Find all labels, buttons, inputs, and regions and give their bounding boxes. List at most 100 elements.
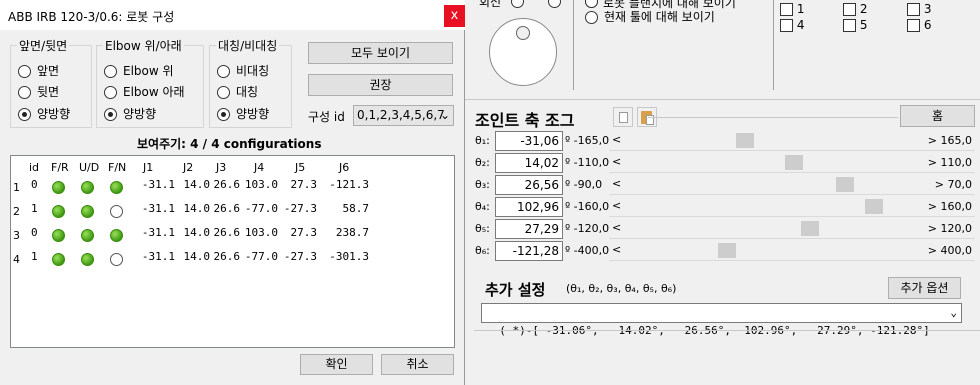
joint-j6-cell: -301.3	[329, 250, 369, 263]
close-button[interactable]: x	[444, 5, 465, 27]
asymmetric-option[interactable]: 비대칭	[217, 62, 269, 79]
joint-j3-cell: 26.6	[213, 178, 241, 191]
axis-checkbox-3[interactable]: 3	[907, 2, 931, 16]
joint-j5-cell: -27.3	[283, 250, 317, 263]
joint-min-label: º -120,0	[565, 222, 610, 235]
axis-checkbox-2[interactable]: 2	[843, 2, 867, 16]
joint-value-input[interactable]: 14,02	[495, 153, 563, 173]
back-option[interactable]: 뒷면	[18, 83, 59, 100]
row-number: 3	[13, 229, 20, 242]
joint-slider-thumb[interactable]	[736, 133, 754, 148]
column-header-j1[interactable]: J1	[143, 161, 153, 174]
green-status-icon-fr	[52, 229, 65, 242]
show-option-radio-partial[interactable]	[585, 0, 598, 8]
decrement-arrow-icon[interactable]: <	[612, 199, 621, 212]
symmetric-option[interactable]: 대칭	[217, 83, 258, 100]
config-id-cell: 1	[31, 250, 38, 263]
joint-label: θ₂:	[475, 156, 490, 169]
column-header-fr[interactable]: F/R	[51, 161, 69, 174]
joint-value-input[interactable]: 102,96	[495, 197, 563, 217]
show-all-button[interactable]: 모두 보이기	[308, 42, 453, 64]
axis-checkbox-1[interactable]: 1	[780, 2, 804, 16]
joint-max-label: > 120,0	[927, 222, 972, 235]
joint-slider-thumb[interactable]	[801, 221, 819, 236]
configurations-table[interactable]: id F/R U/D F/N J1 J2 J3 J4 J5 J6 1 0 -31.1 14.0 26.6 10…	[10, 155, 455, 348]
green-status-icon-ud	[81, 253, 94, 266]
joint-max-label: > 400,0	[927, 244, 972, 257]
joint-slider-thumb[interactable]	[865, 199, 883, 214]
show-tool-option[interactable]: 현재 툴에 대해 보이기	[585, 8, 715, 25]
joint-slider[interactable]	[609, 132, 939, 150]
recommend-button[interactable]: 권장	[308, 74, 453, 96]
joint-j2-cell: 14.0	[183, 202, 211, 215]
column-header-j5[interactable]: J5	[295, 161, 305, 174]
elbow-both-option[interactable]: 양방향	[104, 105, 156, 122]
joint-max-label: > 70,0	[934, 178, 972, 191]
joint-slider-thumb[interactable]	[718, 243, 736, 258]
joint-j2-cell: 14.0	[183, 178, 211, 191]
decrement-arrow-icon[interactable]: <	[612, 221, 621, 234]
show-tool-radio[interactable]	[585, 11, 598, 24]
joint-slider[interactable]	[609, 242, 939, 260]
column-header-fn[interactable]: F/N	[108, 161, 126, 174]
green-status-icon-fr	[52, 181, 65, 194]
ok-button[interactable]: 확인	[300, 354, 373, 375]
joint-value-input[interactable]: -31,06	[495, 131, 563, 151]
dialog-title: ABB IRB 120-3/0.6: 로봇 구성	[8, 10, 175, 24]
axis-checkbox-6[interactable]: 6	[907, 18, 931, 32]
decrement-arrow-icon[interactable]: <	[612, 155, 621, 168]
joint-j1-cell: -31.1	[141, 202, 175, 215]
column-header-j6[interactable]: J6	[339, 161, 349, 174]
decrement-arrow-icon[interactable]: <	[612, 177, 621, 190]
joint-label: θ₄:	[475, 200, 490, 213]
cancel-button[interactable]: 취소	[381, 354, 454, 375]
axis-checkbox-5[interactable]: 5	[843, 18, 867, 32]
joint-max-label: > 165,0	[927, 134, 972, 147]
joint-slider-thumb[interactable]	[836, 177, 854, 192]
joint-max-label: > 110,0	[927, 156, 972, 169]
joint-label: θ₃:	[475, 178, 490, 191]
elbow-up-option[interactable]: Elbow 위	[104, 62, 174, 79]
rotation-knob[interactable]	[489, 18, 557, 86]
joint-values-combo[interactable]: ( *)-[ -31.06°, 14.02°, 26.56°, 102.96°,…	[481, 303, 962, 337]
row-number: 1	[13, 181, 20, 194]
decrement-arrow-icon[interactable]: <	[612, 243, 621, 256]
joint-value-input[interactable]: -121,28	[495, 241, 563, 261]
joint-min-label: º -160,0	[565, 200, 610, 213]
decrement-arrow-icon[interactable]: <	[612, 133, 621, 146]
column-header-ud[interactable]: U/D	[79, 161, 99, 174]
joint-slider-thumb[interactable]	[785, 155, 803, 170]
speed-radio-2[interactable]	[547, 0, 561, 8]
joint-slider[interactable]	[609, 220, 939, 238]
extra-options-button[interactable]: 추가 옵션	[888, 277, 961, 299]
joint-value-input[interactable]: 26,56	[495, 175, 563, 195]
config-id-cell: 1	[31, 202, 38, 215]
elbow-group-label: Elbow 위/아래	[103, 37, 184, 54]
joint-jog-title: 조인트 축 조그	[475, 111, 575, 130]
joint-value-input[interactable]: 27,29	[495, 219, 563, 239]
copy-icon[interactable]	[613, 107, 633, 127]
joint-slider[interactable]	[609, 154, 939, 172]
column-header-j4[interactable]: J4	[254, 161, 264, 174]
speed-radio-1[interactable]	[511, 0, 524, 8]
front-option[interactable]: 앞면	[18, 62, 59, 79]
symmetry-both-option[interactable]: 양방향	[217, 105, 269, 122]
show-option-partial[interactable]	[585, 0, 604, 8]
front-back-group-label: 앞면/뒷면	[17, 37, 70, 54]
front-back-both-option[interactable]: 양방향	[18, 105, 70, 122]
green-status-icon-fn	[110, 229, 123, 242]
green-status-icon-ud	[81, 205, 94, 218]
joint-j1-cell: -31.1	[141, 226, 175, 239]
column-header-j3[interactable]: J3	[216, 161, 226, 174]
joint-slider[interactable]	[609, 176, 939, 194]
column-header-id[interactable]: id	[29, 161, 39, 174]
joint-j6-cell: -121.3	[329, 178, 369, 191]
config-id-select[interactable]: 0,1,2,3,4,5,6,7 ⌄	[353, 105, 454, 126]
elbow-down-option[interactable]: Elbow 아래	[104, 83, 185, 100]
column-header-j2[interactable]: J2	[183, 161, 193, 174]
joint-min-label: º -400,0	[565, 244, 610, 257]
extra-settings-title: 추가 설정	[485, 281, 546, 299]
home-button[interactable]: 홈	[900, 105, 975, 127]
joint-slider[interactable]	[609, 198, 939, 216]
axis-checkbox-4[interactable]: 4	[780, 18, 804, 32]
